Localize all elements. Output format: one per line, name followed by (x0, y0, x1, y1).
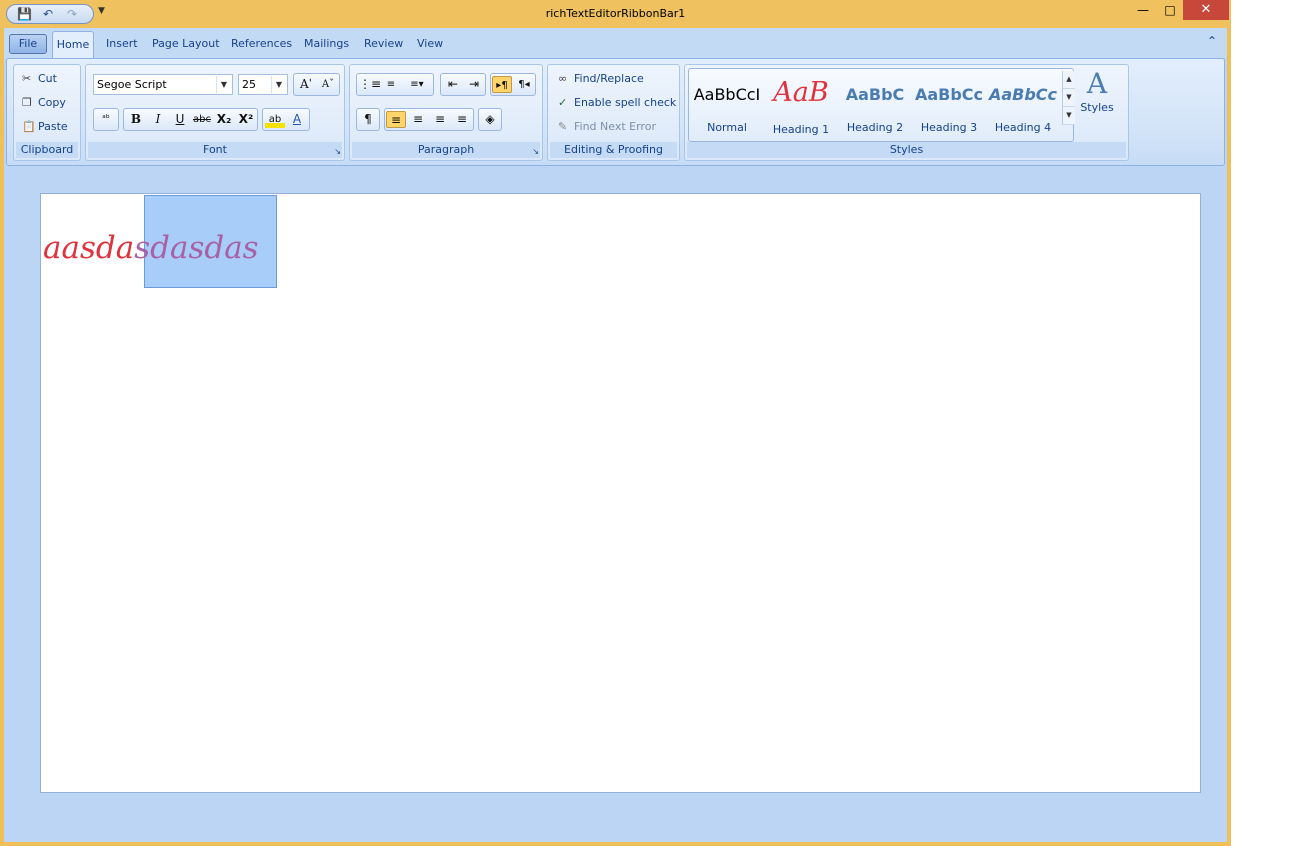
shrink-font-icon[interactable]: Aˇ (318, 76, 338, 93)
copy-icon: ❐ (22, 96, 32, 109)
scroll-down-icon[interactable]: ▼ (1063, 89, 1075, 107)
tab-home[interactable]: Home (52, 31, 94, 59)
style-heading-1[interactable]: AaB Heading 1 (765, 69, 837, 141)
find-next-error-button[interactable]: ✎ Find Next Error (558, 120, 656, 133)
shading-group: ◈ (478, 108, 502, 131)
paragraph-dialog-launcher-icon[interactable]: ↘ (532, 147, 539, 156)
collapse-ribbon-icon[interactable]: ⌃ (1207, 34, 1217, 48)
highlight-icon[interactable]: ab (265, 111, 285, 128)
clear-format-group: ᵃᵇ (93, 108, 119, 131)
grow-font-icon[interactable]: Aˈ (296, 76, 316, 93)
binoculars-icon: ∞ (558, 72, 568, 85)
copy-button[interactable]: ❐ Copy (22, 96, 66, 109)
chevron-down-icon: ▼ (271, 76, 286, 93)
alignment-buttons: ≡ ≡ ≡ ≡ (384, 108, 474, 131)
tab-view[interactable]: View (417, 37, 443, 50)
font-color-icon[interactable]: A (287, 111, 307, 128)
document-text-selected: sdasdas (134, 230, 259, 266)
tab-insert[interactable]: Insert (106, 37, 138, 50)
ribbon-tab-row: File Home Insert Page Layout References … (4, 28, 1227, 59)
group-paragraph: ⋮≡ ≡ ≡▾ ⇤ ⇥ ▸¶ ¶◂ ¶ ≡ ≡ ≡ ≡ ◈ Paragraph … (349, 64, 543, 161)
font-size-buttons: Aˈ Aˇ (293, 73, 340, 96)
increase-indent-icon[interactable]: ⇥ (464, 76, 484, 93)
style-heading-2[interactable]: AaBbC Heading 2 (839, 69, 911, 141)
gallery-scrollbar[interactable]: ▲ ▼ ▼ (1062, 71, 1075, 125)
ltr-icon[interactable]: ▸¶ (492, 76, 512, 93)
superscript-icon[interactable]: X² (236, 111, 256, 128)
shading-icon[interactable]: ◈ (480, 111, 500, 128)
app-window: 💾 ↶ ↷ ▼ richTextEditorRibbonBar1 — □ ✕ F… (0, 0, 1231, 846)
rtl-icon[interactable]: ¶◂ (514, 76, 534, 93)
client-area: File Home Insert Page Layout References … (4, 28, 1227, 842)
font-color-buttons: ab A (262, 108, 310, 131)
pilcrow-group: ¶ (356, 108, 380, 131)
tab-page-layout[interactable]: Page Layout (152, 37, 220, 50)
chevron-down-icon: ▼ (216, 76, 231, 93)
close-button[interactable]: ✕ (1183, 0, 1229, 20)
document-page[interactable]: aasdasdasdas (40, 193, 1201, 793)
show-formatting-icon[interactable]: ¶ (358, 111, 378, 128)
font-style-buttons: B I U abc X₂ X² (123, 108, 258, 131)
gallery-more-icon[interactable]: ▼ (1063, 107, 1075, 125)
styles-gallery: AaBbCcI Normal AaB Heading 1 AaBbC Headi… (688, 68, 1075, 142)
list-buttons: ⋮≡ ≡ ≡▾ (356, 73, 434, 96)
text-direction-buttons: ▸¶ ¶◂ (490, 73, 536, 96)
group-title-font: Font (88, 142, 342, 158)
tab-file[interactable]: File (9, 34, 47, 54)
italic-icon[interactable]: I (148, 111, 168, 128)
group-title-clipboard: Clipboard (16, 142, 78, 158)
font-family-select[interactable]: Segoe Script ▼ (93, 74, 233, 95)
paste-icon: 📋 (22, 120, 36, 133)
spell-check-button[interactable]: ✓ Enable spell check (558, 96, 676, 109)
font-size-select[interactable]: 25 ▼ (238, 74, 288, 95)
justify-icon[interactable]: ≡ (452, 111, 472, 128)
group-editing-proofing: ∞ Find/Replace ✓ Enable spell check ✎ Find … (547, 64, 680, 161)
bullet-list-icon[interactable]: ⋮≡ (359, 76, 381, 93)
group-font: Segoe Script ▼ 25 ▼ Aˈ Aˇ ᵃᵇ B I U abc X… (85, 64, 345, 161)
paste-button[interactable]: 📋 Paste (22, 120, 68, 133)
styles-button[interactable]: A Styles (1077, 67, 1117, 127)
maximize-button[interactable]: □ (1162, 0, 1178, 20)
align-left-icon[interactable]: ≡ (386, 111, 406, 128)
tab-review[interactable]: Review (364, 37, 403, 50)
subscript-icon[interactable]: X₂ (214, 111, 234, 128)
clear-formatting-icon[interactable]: ᵃᵇ (96, 111, 116, 128)
scroll-up-icon[interactable]: ▲ (1063, 71, 1075, 89)
document-text[interactable]: aasdasdasdas (43, 230, 259, 266)
minimize-button[interactable]: — (1136, 0, 1150, 20)
styles-icon: A (1086, 67, 1108, 100)
ribbon: ✂ Cut ❐ Copy 📋 Paste Clipboard Segoe Script… (6, 58, 1225, 166)
style-normal[interactable]: AaBbCcI Normal (691, 69, 763, 141)
group-title-styles: Styles (687, 142, 1126, 158)
multilevel-list-icon[interactable]: ≡▾ (403, 76, 431, 93)
window-title: richTextEditorRibbonBar1 (545, 7, 686, 20)
indent-buttons: ⇤ ⇥ (440, 73, 486, 96)
underline-icon[interactable]: U (170, 111, 190, 128)
group-styles: AaBbCcI Normal AaB Heading 1 AaBbC Headi… (684, 64, 1129, 161)
align-right-icon[interactable]: ≡ (430, 111, 450, 128)
eraser-icon: ✎ (558, 120, 568, 133)
tab-references[interactable]: References (231, 37, 292, 50)
font-dialog-launcher-icon[interactable]: ↘ (334, 147, 341, 156)
title-bar: 💾 ↶ ↷ ▼ richTextEditorRibbonBar1 — □ ✕ (0, 0, 1231, 28)
bold-icon[interactable]: B (126, 111, 146, 128)
align-center-icon[interactable]: ≡ (408, 111, 428, 128)
document-text-plain: aasda (43, 230, 135, 266)
group-title-editing-proofing: Editing & Proofing (550, 142, 677, 158)
find-replace-button[interactable]: ∞ Find/Replace (558, 72, 644, 85)
spell-check-icon: ✓ (558, 96, 568, 109)
cut-button[interactable]: ✂ Cut (22, 72, 57, 85)
style-heading-3[interactable]: AaBbCc Heading 3 (913, 69, 985, 141)
scissors-icon: ✂ (22, 72, 32, 85)
numbered-list-icon[interactable]: ≡ (381, 76, 401, 93)
decrease-indent-icon[interactable]: ⇤ (443, 76, 463, 93)
group-clipboard: ✂ Cut ❐ Copy 📋 Paste Clipboard (13, 64, 81, 161)
strikethrough-icon[interactable]: abc (192, 111, 212, 128)
style-heading-4[interactable]: AaBbCc Heading 4 (987, 69, 1059, 141)
group-title-paragraph: Paragraph (352, 142, 540, 158)
tab-mailings[interactable]: Mailings (304, 37, 349, 50)
